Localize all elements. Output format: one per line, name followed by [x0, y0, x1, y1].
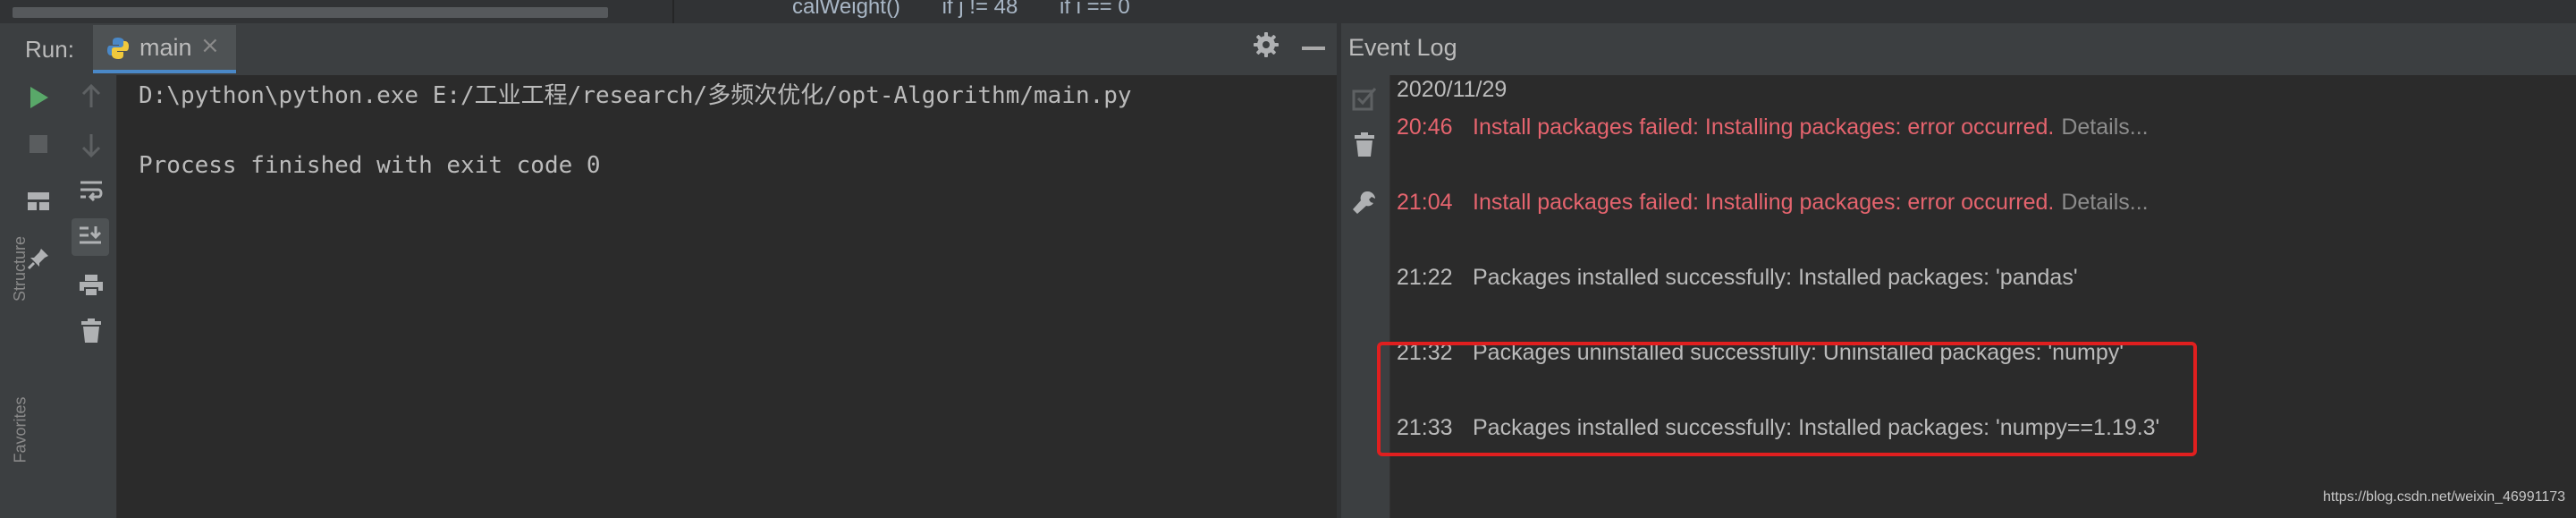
up-arrow-icon[interactable]	[80, 84, 102, 109]
layout-icon[interactable]	[27, 191, 50, 211]
event-message: Packages installed successfully: Install…	[1473, 265, 2078, 290]
details-link[interactable]: Details...	[2061, 115, 2148, 140]
soft-wrap-icon[interactable]	[79, 179, 104, 204]
gear-icon[interactable]	[1252, 30, 1280, 59]
console-line: D:\python\python.exe E:/工业工程/research/多频…	[139, 82, 1132, 109]
event-date: 2020/11/29	[1397, 77, 1508, 102]
favorites-side-tab[interactable]: Favorites	[12, 396, 30, 463]
top-separator	[672, 0, 674, 23]
run-icon[interactable]	[29, 86, 50, 109]
minimize-icon[interactable]	[1302, 47, 1325, 50]
breadcrumb-item[interactable]: if j != 48	[942, 0, 1018, 19]
run-label: Run:	[25, 36, 74, 63]
event-message-text: Install packages failed: Installing pack…	[1473, 115, 2055, 140]
event-log-header	[1341, 23, 2576, 76]
scroll-to-end-button[interactable]	[72, 218, 109, 256]
mark-read-icon[interactable]	[1352, 86, 1377, 111]
breadcrumb: calWeight() if j != 48 if i == 0	[792, 0, 1166, 20]
details-link[interactable]: Details...	[2061, 190, 2148, 215]
console-output[interactable]	[117, 75, 1337, 518]
event-message-text: Install packages failed: Installing pack…	[1473, 190, 2055, 215]
stop-icon[interactable]	[29, 134, 48, 154]
scroll-to-end-icon	[80, 226, 102, 244]
pin-icon[interactable]	[27, 247, 50, 270]
highlight-box	[1377, 342, 2197, 456]
event-message: Install packages failed: Installing pack…	[1473, 115, 2149, 140]
trash-icon[interactable]	[1354, 132, 1375, 157]
breadcrumb-item[interactable]: if i == 0	[1060, 0, 1130, 19]
watermark: https://blog.csdn.net/weixin_46991173	[2323, 489, 2566, 505]
horizontal-scrollbar-thumb[interactable]	[13, 7, 608, 18]
trash-icon[interactable]	[80, 318, 102, 344]
event-log-title: Event Log	[1348, 34, 1457, 61]
console-line: Process finished with exit code 0	[139, 152, 601, 179]
wrench-icon[interactable]	[1352, 190, 1377, 215]
tab-label: main	[139, 34, 192, 61]
print-icon[interactable]	[79, 274, 104, 297]
python-icon	[106, 36, 131, 61]
event-time: 21:04	[1397, 190, 1453, 215]
close-icon[interactable]: ×	[200, 32, 220, 59]
event-message: Install packages failed: Installing pack…	[1473, 190, 2149, 216]
event-time: 21:22	[1397, 265, 1453, 290]
event-time: 20:46	[1397, 115, 1453, 140]
breadcrumb-item[interactable]: calWeight()	[792, 0, 900, 19]
down-arrow-icon[interactable]	[80, 132, 102, 157]
